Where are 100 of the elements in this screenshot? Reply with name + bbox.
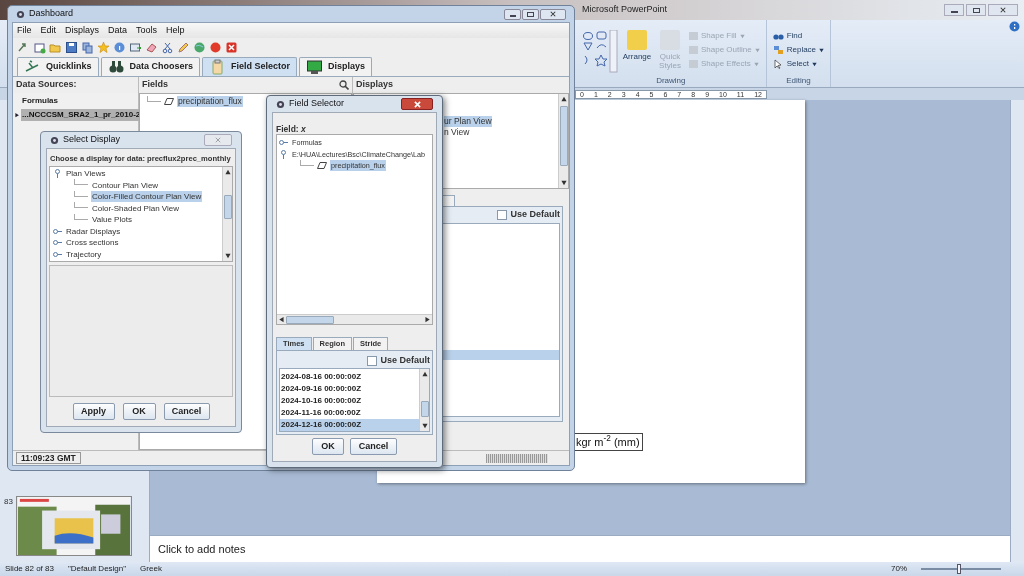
scroll-thumb[interactable] <box>223 195 232 219</box>
slider-thumb[interactable] <box>957 564 961 574</box>
menu-item[interactable]: File <box>17 23 32 38</box>
window-title: Field Selector <box>289 97 346 111</box>
tree-item[interactable]: Radar Displays <box>65 225 122 237</box>
collapsed-icon[interactable] <box>53 238 62 248</box>
close-button[interactable] <box>988 4 1018 16</box>
menu-item[interactable]: Edit <box>40 23 57 38</box>
field-icon <box>317 162 327 170</box>
scroll-thumb[interactable] <box>420 401 429 417</box>
close-icon <box>413 100 421 108</box>
panel-header: Data Sources: <box>15 78 78 92</box>
scrollbar[interactable] <box>277 314 432 324</box>
time-item[interactable]: 2024-11-16 00:00:00Z <box>280 407 419 419</box>
close-icon <box>1000 7 1006 13</box>
ribbon-button[interactable]: Find <box>772 30 825 42</box>
maximize-button[interactable] <box>966 4 986 16</box>
zoom-level: 70% <box>891 563 907 575</box>
display-item[interactable]: ur Plan View <box>444 116 492 127</box>
app-icon <box>276 99 285 109</box>
tab[interactable]: Quicklinks <box>17 57 99 76</box>
time-item[interactable]: 2024-09-16 00:00:00Z <box>280 383 419 395</box>
dialog-button[interactable]: Cancel <box>350 438 397 455</box>
scroll-left-icon[interactable] <box>278 316 284 323</box>
help-icon[interactable] <box>1009 21 1020 32</box>
maximize-button[interactable] <box>522 8 539 20</box>
notes-placeholder[interactable]: Click to add notes <box>158 540 246 558</box>
close-icon <box>550 11 556 17</box>
ribbon-button[interactable]: Arrange <box>623 30 651 75</box>
checkbox[interactable] <box>497 210 508 220</box>
scrollbar[interactable] <box>419 369 429 431</box>
pencil-icon[interactable] <box>177 40 190 54</box>
save-icon[interactable] <box>65 40 78 54</box>
expanded-icon[interactable] <box>53 169 62 179</box>
scissors-icon[interactable] <box>161 40 174 54</box>
scroll-right-icon[interactable] <box>425 316 431 323</box>
copy-icon[interactable] <box>81 40 94 54</box>
menu-item[interactable]: Tools <box>136 23 158 38</box>
tree-item[interactable]: Contour Plan View <box>91 179 160 191</box>
display-item[interactable]: n View <box>444 127 470 138</box>
menu-item[interactable]: Data <box>108 23 128 38</box>
collapsed-icon[interactable] <box>53 226 62 236</box>
menu-item[interactable]: Help <box>166 23 185 38</box>
field-label: Field: x <box>276 123 307 134</box>
dialog-button[interactable]: Cancel <box>163 403 210 420</box>
time-item[interactable]: 2024-12-16 00:00:00Z <box>280 419 419 431</box>
shapes-gallery-icon[interactable] <box>582 30 618 74</box>
mail-icon[interactable] <box>129 40 142 54</box>
scroll-thumb[interactable] <box>286 315 334 324</box>
checkbox-label: Use Default <box>380 353 430 367</box>
tab[interactable]: Displays <box>299 57 373 76</box>
scroll-down-icon[interactable] <box>560 180 567 186</box>
tree-item[interactable]: Trajectory <box>65 248 103 260</box>
scrollbar[interactable] <box>222 167 232 261</box>
tree-item[interactable]: Value Plots <box>91 214 133 226</box>
minimize-button[interactable] <box>504 8 521 20</box>
time-item[interactable]: 2024-10-16 00:00:00Z <box>280 395 419 407</box>
ribbon-button[interactable]: Replace <box>772 44 825 56</box>
globe-icon[interactable] <box>193 40 206 54</box>
scroll-down-icon[interactable] <box>224 253 231 259</box>
time-item[interactable]: 2024-08-16 00:00:00Z <box>280 371 419 383</box>
info-icon[interactable] <box>113 40 126 54</box>
close-button[interactable] <box>540 8 566 20</box>
dialog-button[interactable]: Apply <box>72 403 115 420</box>
tree-item[interactable]: Plan Views <box>65 168 107 180</box>
tree-item[interactable]: Cross sections <box>65 237 120 249</box>
data-source-item[interactable]: ...NCCCSM_SRA2_1_pr_2010-2 <box>21 109 142 121</box>
stop-icon[interactable] <box>209 40 222 54</box>
tab[interactable]: Field Selector <box>202 57 298 76</box>
close-button[interactable] <box>401 98 433 110</box>
tree-item[interactable]: precipitation_flux <box>177 96 243 108</box>
scroll-up-icon[interactable] <box>560 96 567 102</box>
caret-icon[interactable] <box>811 61 817 67</box>
minimize-button[interactable] <box>944 4 964 16</box>
ribbon-button[interactable]: Select <box>772 58 825 70</box>
dialog-button[interactable]: OK <box>312 438 344 455</box>
status-time: 11:09:23 GMT <box>16 452 81 464</box>
new-window-icon[interactable] <box>33 40 46 54</box>
tab[interactable]: Data Choosers <box>100 57 201 76</box>
scrollbar[interactable] <box>558 94 568 188</box>
panel-header: Fields <box>142 78 169 92</box>
collapsed-icon[interactable] <box>279 138 288 148</box>
checkbox[interactable] <box>367 355 378 366</box>
menu-item[interactable]: Displays <box>65 23 100 38</box>
collapsed-icon[interactable] <box>53 249 62 259</box>
data-source-item[interactable]: Formulas <box>21 95 59 107</box>
caret-icon[interactable] <box>819 47 825 53</box>
scroll-thumb[interactable] <box>559 106 568 166</box>
search-icon[interactable] <box>339 80 349 90</box>
find-icon <box>772 31 784 41</box>
dialog-button[interactable]: OK <box>122 403 156 420</box>
close-icon[interactable] <box>225 40 238 54</box>
tree-item[interactable]: Color-Shaded Plan View <box>91 202 180 214</box>
slide-number: 83 <box>4 496 13 508</box>
scroll-up-icon[interactable] <box>224 169 231 175</box>
tree-item[interactable]: Color-Filled Contour Plan View <box>91 191 203 203</box>
star-icon[interactable] <box>97 40 110 54</box>
scrollbar[interactable] <box>1010 100 1024 562</box>
scroll-up-icon[interactable] <box>421 371 428 377</box>
expanded-icon[interactable] <box>279 149 288 159</box>
